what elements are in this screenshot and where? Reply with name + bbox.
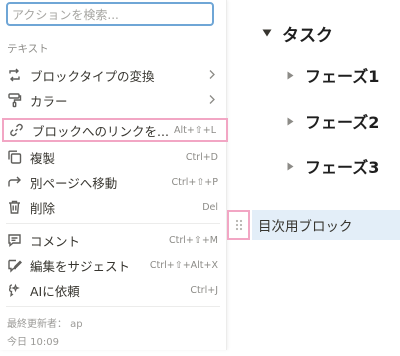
chevron-right-icon <box>208 93 216 108</box>
suggest-edit-icon <box>7 258 22 273</box>
trash-icon <box>7 200 22 215</box>
shortcut-hint: Del <box>202 201 218 213</box>
menu-divider <box>6 306 220 307</box>
menu-item-ask-ai[interactable]: AIに依頼 Ctrl+J <box>0 277 226 303</box>
shortcut-hint: Ctrl+D <box>185 151 218 163</box>
heading-phase-label: フェーズ2 <box>305 113 380 132</box>
shortcut-hint: Ctrl+J <box>190 284 218 296</box>
menu-item-turn-into[interactable]: ブロックタイプの変換 <box>0 62 226 88</box>
menu-item-label: AIに依頼 <box>30 283 80 299</box>
menu-item-delete[interactable]: 削除 Del <box>0 194 226 220</box>
menu-item-label: ブロックへのリンクを... <box>32 123 169 139</box>
duplicate-icon <box>7 150 22 165</box>
shortcut-hint: Ctrl+⇧+M <box>169 234 218 246</box>
toggle-heading-phase-2[interactable]: フェーズ2 <box>287 110 379 132</box>
toggle-heading-phase-3[interactable]: フェーズ3 <box>287 155 379 177</box>
menu-item-comment[interactable]: コメント Ctrl+⇧+M <box>0 227 226 253</box>
toggle-open-icon[interactable] <box>262 29 272 37</box>
menu-item-label: カラー <box>30 93 68 109</box>
comment-icon <box>7 233 22 248</box>
menu-item-label: 削除 <box>30 200 56 216</box>
menu-item-suggest-edits[interactable]: 編集をサジェスト Ctrl+⇧+Alt+X <box>0 252 226 278</box>
search-input[interactable]: アクションを検索... <box>6 2 214 26</box>
block-action-menu: アクションを検索... テキスト ブロックタイプの変換 カラー ブロックへのリン… <box>0 0 228 350</box>
heading-task-label: タスク <box>282 25 333 46</box>
block-drag-handle[interactable] <box>227 210 250 240</box>
menu-divider <box>6 223 220 224</box>
shortcut-hint: Ctrl+⇧+P <box>171 176 218 188</box>
toggle-heading-phase-1[interactable]: フェーズ1 <box>287 64 379 86</box>
paint-roller-icon <box>7 93 22 108</box>
ai-icon <box>7 283 22 298</box>
toggle-closed-icon[interactable] <box>287 117 294 126</box>
menu-item-label: コメント <box>30 233 81 249</box>
menu-item-label: 複製 <box>30 150 56 166</box>
menu-item-color[interactable]: カラー <box>0 87 226 113</box>
last-edited-time: 今日 10:09 <box>7 337 59 348</box>
heading-phase-label: フェーズ1 <box>305 67 380 86</box>
menu-item-label: 別ページへ移動 <box>30 175 118 191</box>
section-label: テキスト <box>7 43 49 55</box>
toggle-closed-icon[interactable] <box>287 162 294 171</box>
menu-item-duplicate[interactable]: 複製 Ctrl+D <box>0 144 226 170</box>
menu-item-label: ブロックタイプの変換 <box>30 68 155 84</box>
drag-handle-icon <box>235 219 242 231</box>
search-placeholder: アクションを検索... <box>12 7 119 22</box>
toggle-closed-icon[interactable] <box>287 71 294 80</box>
shortcut-hint: Ctrl+⇧+Alt+X <box>149 259 218 271</box>
move-arrow-icon <box>7 175 22 190</box>
toc-block-label: 目次用ブロック <box>258 219 353 235</box>
menu-item-label: 編集をサジェスト <box>30 258 131 274</box>
convert-icon <box>7 68 22 83</box>
link-icon <box>9 123 24 138</box>
heading-phase-label: フェーズ3 <box>305 158 380 177</box>
menu-item-copy-link-to-block[interactable]: ブロックへのリンクを... Alt+⇧+L <box>2 118 228 142</box>
toggle-heading-task[interactable]: タスク <box>262 22 333 46</box>
shortcut-hint: Alt+⇧+L <box>173 124 216 136</box>
selected-block-toc[interactable]: 目次用ブロック <box>252 210 400 240</box>
menu-item-move-to[interactable]: 別ページへ移動 Ctrl+⇧+P <box>0 169 226 195</box>
last-edited-by: 最終更新者： ap <box>7 319 83 330</box>
chevron-right-icon <box>208 68 216 83</box>
